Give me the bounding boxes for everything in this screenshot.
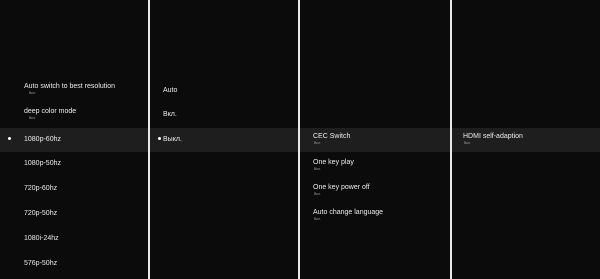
menu-item-720p-50hz[interactable]: 720p-50hz <box>0 205 148 223</box>
menu-item-label: 1080i-24hz <box>24 235 59 242</box>
menu-item-label: One key play <box>313 159 354 166</box>
selected-dot-icon <box>158 137 161 140</box>
menu-item-value: Вкл. <box>464 141 472 145</box>
option-item-label: Auto <box>163 87 178 94</box>
menu-item-label: 720p-60hz <box>24 185 58 192</box>
menu-item-value: Вкл. <box>29 116 37 120</box>
menu-item-label: 720p-50hz <box>24 210 58 217</box>
menu-item-label: 1080p-60hz <box>24 136 61 143</box>
option-item-off[interactable]: Выкл. <box>150 131 298 149</box>
menu-item-label: 1080p-50hz <box>24 160 61 167</box>
menu-item-1080i-24hz[interactable]: 1080i-24hz <box>0 230 148 248</box>
resolution-menu: Auto switch to best resolution Вкл. deep… <box>0 0 148 279</box>
menu-item-auto-switch-resolution[interactable]: Auto switch to best resolution Вкл. <box>0 80 148 100</box>
menu-item-label: One key power off <box>313 184 370 191</box>
menu-item-label: CEC Switch <box>313 133 351 140</box>
menu-item-value: Вкл. <box>314 141 322 145</box>
option-item-on[interactable]: Вкл. <box>150 106 298 124</box>
menu-item-label: 576p-50hz <box>24 260 58 267</box>
option-menu: Auto Вкл. Выкл. <box>150 0 298 279</box>
cec-menu: CEC Switch Вкл. One key play Вкл. One ke… <box>300 0 450 279</box>
menu-item-hdmi-self-adaption[interactable]: HDMI self-adaption Вкл. <box>452 130 600 150</box>
menu-item-1080p-50hz[interactable]: 1080p-50hz <box>0 155 148 173</box>
menu-item-one-key-play[interactable]: One key play Вкл. <box>300 156 450 176</box>
menu-item-576p-50hz[interactable]: 576p-50hz <box>0 255 148 273</box>
menu-item-value: Вкл. <box>314 192 322 196</box>
option-item-label: Вкл. <box>163 111 177 118</box>
menu-item-1080p-60hz[interactable]: 1080p-60hz <box>0 130 148 150</box>
menu-item-deep-color-mode[interactable]: deep color mode Вкл. <box>0 104 148 124</box>
option-item-auto[interactable]: Auto <box>150 82 298 100</box>
menu-item-label: deep color mode <box>24 108 77 115</box>
menu-item-value: Вкл. <box>314 167 322 171</box>
menu-item-label: HDMI self-adaption <box>463 133 523 140</box>
menu-item-label: Auto switch to best resolution <box>24 83 116 90</box>
menu-item-auto-change-language[interactable]: Auto change language Вкл. <box>300 206 450 226</box>
selected-dot-icon <box>8 137 11 140</box>
hdmi-menu: HDMI self-adaption Вкл. <box>452 0 600 279</box>
menu-item-value: Вкл. <box>314 217 322 221</box>
menu-item-value: Вкл. <box>29 91 37 95</box>
menu-item-cec-switch[interactable]: CEC Switch Вкл. <box>300 130 450 150</box>
option-item-label: Выкл. <box>163 136 182 143</box>
menu-item-one-key-power-off[interactable]: One key power off Вкл. <box>300 181 450 201</box>
menu-item-720p-60hz[interactable]: 720p-60hz <box>0 180 148 198</box>
menu-item-label: Auto change language <box>313 209 384 216</box>
